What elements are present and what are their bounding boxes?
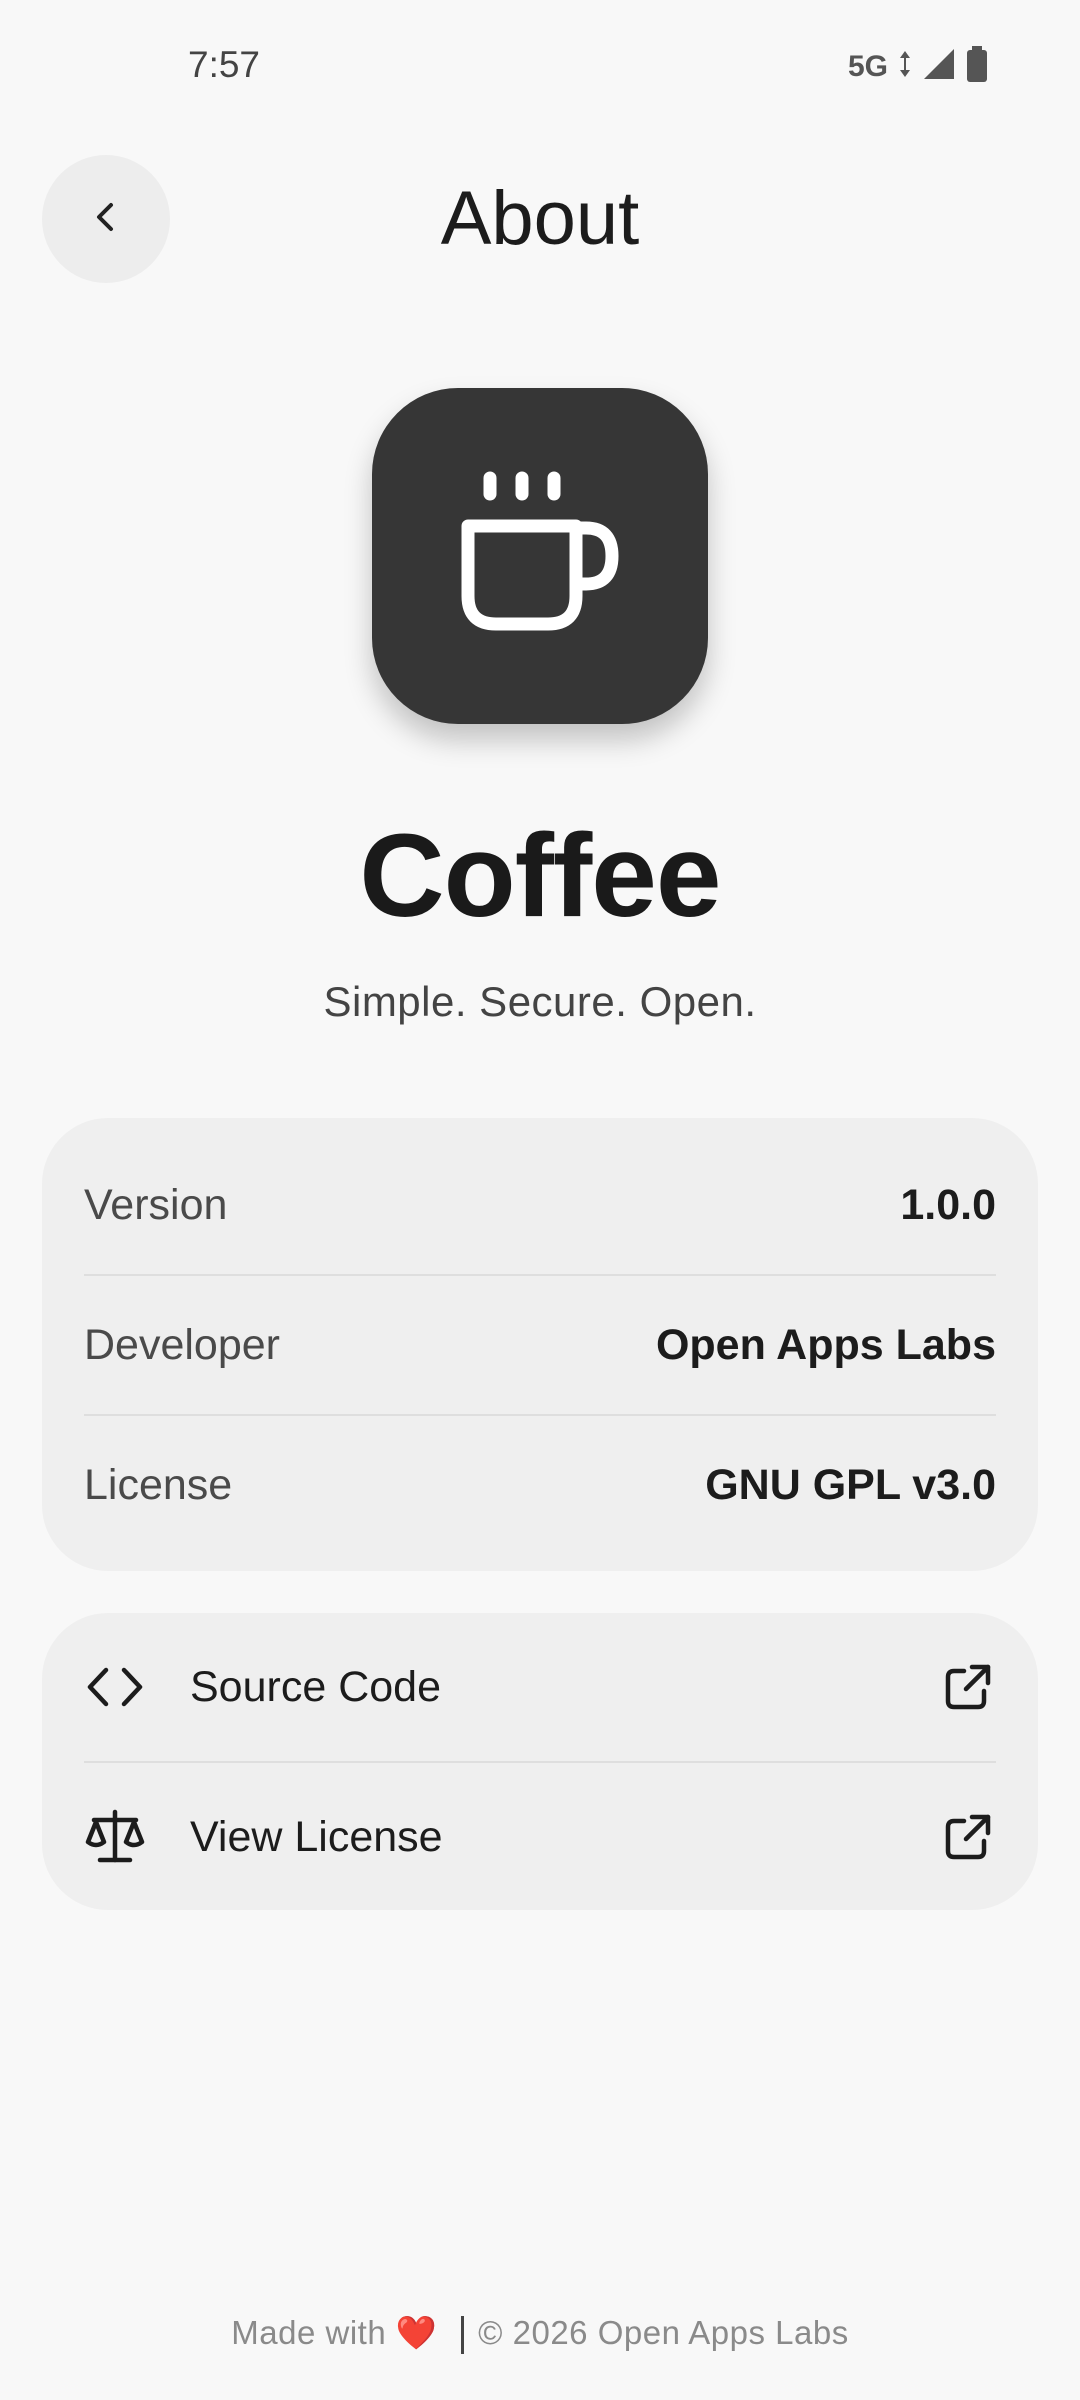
code-icon [84, 1656, 146, 1718]
heart-icon: ❤️ [395, 2314, 438, 2351]
info-label: Developer [84, 1320, 280, 1369]
external-link-icon [940, 1809, 996, 1865]
info-value: Open Apps Labs [655, 1320, 996, 1369]
scale-icon [84, 1806, 146, 1868]
footer: Made with ❤️ © 2026 Open Apps Labs [0, 2314, 1080, 2355]
footer-copyright: © 2026 Open Apps Labs [478, 2314, 849, 2351]
app-icon [372, 388, 708, 724]
network-type: 5G [847, 49, 888, 83]
info-value: GNU GPL v3.0 [705, 1460, 996, 1509]
battery-icon [966, 46, 988, 87]
info-row-license: License GNU GPL v3.0 [84, 1416, 996, 1554]
network-arrows-icon [898, 49, 912, 84]
source-code-link[interactable]: Source Code [84, 1613, 996, 1763]
info-label: Version [84, 1180, 228, 1229]
status-bar: 7:57 5G [0, 0, 1080, 130]
app-name: Coffee [359, 810, 721, 942]
external-link-icon [940, 1659, 996, 1715]
status-time: 7:57 [188, 44, 261, 85]
status-icons: 5G [848, 46, 988, 87]
info-value: 1.0.0 [900, 1180, 996, 1229]
info-row-version: Version 1.0.0 [84, 1136, 996, 1276]
link-label: View License [190, 1812, 443, 1861]
footer-made-with: Made with [231, 2314, 387, 2351]
info-card: Version 1.0.0 Developer Open Apps Labs L… [42, 1118, 1038, 1571]
header: About [0, 155, 1080, 283]
coffee-cup-icon [450, 464, 630, 649]
footer-divider [461, 2316, 465, 2355]
link-label: Source Code [190, 1662, 441, 1711]
app-tagline: Simple. Secure. Open. [323, 978, 757, 1025]
info-row-developer: Developer Open Apps Labs [84, 1276, 996, 1416]
page-title: About [440, 176, 640, 261]
info-label: License [84, 1460, 233, 1509]
view-license-link[interactable]: View License [84, 1763, 996, 1911]
signal-icon [922, 47, 956, 86]
links-card: Source Code View License [42, 1613, 1038, 1910]
